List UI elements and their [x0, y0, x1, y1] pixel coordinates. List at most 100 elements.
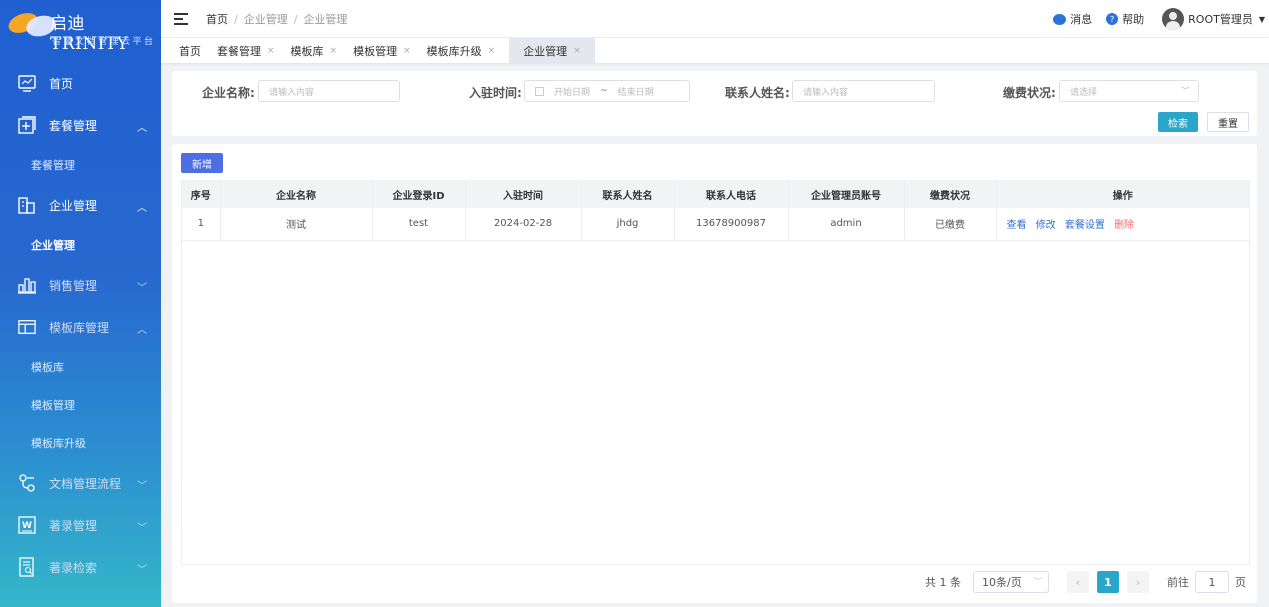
sidebar-item-package-management[interactable]: 套餐管理 ︿ [0, 104, 161, 146]
user-menu[interactable]: ROOT管理员 ▼ [1162, 8, 1265, 30]
calendar-icon [535, 86, 544, 96]
column-header: 缴费状况 [904, 180, 997, 208]
contact-name-label: 联系人姓名: [725, 86, 790, 100]
caret-down-icon: ▼ [1258, 14, 1265, 24]
sidebar-item-label: 销售管理 [49, 278, 98, 293]
page-size-select[interactable]: 10条/页 ﹀ [973, 571, 1049, 593]
sidebar-item-label: 著录检索 [49, 560, 98, 575]
search-panel: 企业名称: 请输入内容 入驻时间: 开始日期 ~ 结束日期 联系人姓名: 请输入… [172, 71, 1257, 136]
svg-text:W: W [22, 521, 32, 531]
close-icon[interactable]: × [267, 46, 275, 56]
view-link[interactable]: 查看 [1007, 220, 1027, 231]
tab-package-management[interactable]: 套餐管理 × [209, 38, 283, 64]
tab-label: 模板库 [290, 44, 324, 58]
sidebar-item-label: 企业管理 [49, 198, 98, 213]
pagination: 共 1 条 10条/页 ﹀ ‹ 1 › 前往 1 页 [925, 571, 1246, 593]
close-icon[interactable]: × [403, 46, 411, 56]
app-title: 启迪 TRINITY [50, 14, 129, 54]
close-icon[interactable]: × [488, 46, 496, 56]
prev-page-button[interactable]: ‹ [1067, 571, 1089, 593]
data-table: 序号 企业名称 企业登录ID 入驻时间 联系人姓名 联系人电话 企业管理员账号 … [181, 180, 1250, 565]
breadcrumb-home[interactable]: 首页 [206, 13, 228, 26]
chevron-down-icon: ﹀ [137, 481, 147, 492]
company-name-input[interactable]: 请输入内容 [258, 80, 400, 102]
chevron-down-icon: ﹀ [137, 523, 147, 534]
sidebar-subitem-enterprise-management[interactable]: 企业管理 [0, 226, 161, 264]
column-header: 入驻时间 [465, 180, 582, 208]
tab-template-library[interactable]: 模板库 × [283, 38, 346, 64]
company-name-label: 企业名称: [202, 86, 255, 100]
chevron-down-icon: ﹀ [1034, 577, 1042, 586]
doc-search-icon [18, 557, 36, 577]
column-header: 联系人姓名 [581, 180, 675, 208]
delete-link[interactable]: 删除 [1114, 220, 1134, 231]
column-header: 企业名称 [220, 180, 373, 208]
goto-page-input[interactable]: 1 [1195, 571, 1229, 593]
app-subtitle: 智慧文档管理云平台 [52, 37, 156, 47]
sidebar-subitem-template-management[interactable]: 模板管理 [0, 386, 161, 424]
cell-phone: 13678900987 [674, 208, 789, 241]
total-count: 共 1 条 [925, 576, 961, 589]
tab-enterprise-management[interactable]: 企业管理 × [509, 37, 595, 64]
tab-template-management[interactable]: 模板管理 × [345, 38, 419, 64]
breadcrumb-current: 企业管理 [303, 12, 348, 26]
date-label: 入驻时间: [469, 86, 522, 100]
help-button[interactable]: ? 帮助 [1106, 11, 1144, 27]
sidebar-item-catalog-search[interactable]: 著录检索 ﹀ [0, 546, 161, 588]
sidebar-item-catalog-management[interactable]: W 著录管理 ﹀ [0, 504, 161, 546]
next-page-button[interactable]: › [1127, 571, 1149, 593]
tab-label: 企业管理 [523, 44, 568, 58]
sidebar-item-template-library-management[interactable]: 模板库管理 ︿ [0, 306, 161, 348]
sidebar: 启迪 TRINITY 智慧文档管理云平台 首页 套餐管理 ︿ 套餐管理 企业管理… [0, 0, 161, 607]
cell-company-name: 测试 [220, 208, 373, 241]
flow-icon [18, 474, 36, 492]
user-name: ROOT管理员 [1188, 13, 1253, 26]
sidebar-item-sales-management[interactable]: 销售管理 ﹀ [0, 264, 161, 306]
tab-bar: 首页 套餐管理 × 模板库 × 模板管理 × 模板库升级 × 企业管理 × [161, 37, 1269, 64]
search-button[interactable]: 检索 [1158, 112, 1198, 132]
column-header: 序号 [182, 180, 221, 208]
edit-link[interactable]: 修改 [1036, 220, 1056, 231]
date-separator: ~ [600, 86, 608, 96]
cell-index: 1 [182, 208, 221, 241]
menu-toggle-icon[interactable] [174, 12, 188, 25]
page-number-current[interactable]: 1 [1097, 571, 1119, 593]
payment-status-select[interactable]: 请选择 ﹀ [1059, 80, 1199, 102]
sidebar-item-enterprise-management[interactable]: 企业管理 ︿ [0, 184, 161, 226]
messages-button[interactable]: 消息 [1053, 11, 1092, 27]
building-icon [18, 196, 36, 214]
contact-name-input[interactable]: 请输入内容 [792, 80, 935, 102]
sidebar-subitem-template-library[interactable]: 模板库 [0, 348, 161, 386]
column-header: 操作 [996, 180, 1249, 208]
goto-label: 前往 [1167, 576, 1189, 589]
payment-status-label: 缴费状况: [1003, 86, 1056, 100]
date-range-picker[interactable]: 开始日期 ~ 结束日期 [524, 80, 690, 102]
chevron-down-icon: ﹀ [1180, 87, 1190, 97]
breadcrumb-item[interactable]: 企业管理 [244, 13, 288, 26]
sidebar-item-label: 模板库管理 [49, 320, 110, 335]
reset-button[interactable]: 重置 [1207, 112, 1249, 132]
help-label: 帮助 [1122, 13, 1145, 26]
column-header: 企业登录ID [372, 180, 466, 208]
package-settings-link[interactable]: 套餐设置 [1065, 220, 1105, 231]
sidebar-item-document-flow[interactable]: 文档管理流程 ﹀ [0, 462, 161, 504]
sidebar-subitem-package-management[interactable]: 套餐管理 [0, 146, 161, 184]
tab-label: 套餐管理 [217, 44, 261, 58]
add-button[interactable]: 新增 [181, 153, 223, 173]
close-icon[interactable]: × [573, 46, 581, 56]
sidebar-item-home[interactable]: 首页 [0, 62, 161, 104]
sidebar-subitem-template-library-upgrade[interactable]: 模板库升级 [0, 424, 161, 462]
date-end: 结束日期 [617, 87, 654, 98]
tab-label: 模板库升级 [426, 44, 482, 58]
tab-label: 首页 [179, 44, 201, 58]
word-doc-icon: W [18, 516, 36, 534]
messages-label: 消息 [1070, 13, 1093, 26]
column-header: 联系人电话 [674, 180, 789, 208]
question-icon: ? [1106, 13, 1119, 25]
chevron-up-icon: ︿ [137, 325, 147, 336]
close-icon[interactable]: × [330, 46, 338, 56]
tab-template-library-upgrade[interactable]: 模板库升级 × [419, 38, 504, 64]
chevron-up-icon: ︿ [137, 123, 147, 134]
tab-home[interactable]: 首页 [161, 38, 209, 64]
cell-admin: admin [788, 208, 905, 241]
